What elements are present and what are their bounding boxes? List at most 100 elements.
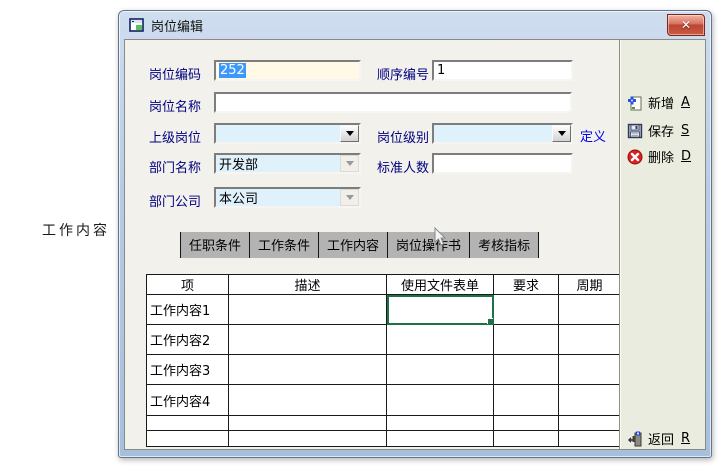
superior-dropdown-arrow[interactable] xyxy=(340,125,359,142)
grid-cell[interactable] xyxy=(387,355,494,385)
grid-cell[interactable] xyxy=(387,325,494,355)
grid-cell[interactable] xyxy=(387,431,494,447)
level-dropdown-arrow[interactable] xyxy=(552,125,571,142)
delete-icon xyxy=(627,149,643,165)
grid-row xyxy=(147,416,621,431)
grid-cell[interactable] xyxy=(387,416,494,431)
tab-3[interactable]: 工作内容 xyxy=(318,232,387,258)
grid-cell[interactable]: 工作内容3 xyxy=(147,355,229,385)
grid-cell[interactable] xyxy=(229,385,387,416)
save-button[interactable]: 保存 S xyxy=(627,121,689,140)
delete-button-key: D xyxy=(681,149,691,164)
grid-row: 工作内容4 xyxy=(147,385,621,416)
grid-cell[interactable] xyxy=(494,385,559,416)
window-title: 岗位编辑 xyxy=(151,16,203,35)
tab-4[interactable]: 岗位操作书 xyxy=(387,232,469,258)
background-page-label: 工作内容 xyxy=(42,220,110,240)
department-company-combobox: 本公司 xyxy=(214,187,361,208)
add-button-label: 新增 xyxy=(648,93,674,112)
grid-cell[interactable] xyxy=(229,416,387,431)
grid-cell[interactable] xyxy=(494,431,559,447)
position-code-label: 岗位编码 xyxy=(149,64,201,83)
position-name-field[interactable] xyxy=(214,92,572,113)
floppy-icon xyxy=(627,123,643,139)
grid-cell[interactable] xyxy=(559,431,621,447)
grid-cell[interactable] xyxy=(229,355,387,385)
grid-cell[interactable] xyxy=(494,325,559,355)
define-link[interactable]: 定义 xyxy=(580,126,606,145)
grid-cell[interactable] xyxy=(229,295,387,325)
screen: 工作内容 岗位编辑 ✕ 岗位编码 252 顺序编号 1 xyxy=(0,0,721,468)
superior-position-combobox[interactable] xyxy=(214,123,361,144)
grid-header-cell: 周期 xyxy=(559,275,621,295)
save-button-key: S xyxy=(681,123,689,138)
grid-cell[interactable]: 工作内容1 xyxy=(147,295,229,325)
department-name-label: 部门名称 xyxy=(149,157,201,176)
delete-button-label: 删除 xyxy=(648,147,674,166)
grid-header-cell: 要求 xyxy=(494,275,559,295)
action-panel: 新增 A 保存 S xyxy=(619,40,705,449)
grid-selected-cell[interactable] xyxy=(387,295,494,325)
sequence-number-field[interactable]: 1 xyxy=(432,60,573,81)
save-button-label: 保存 xyxy=(648,121,674,140)
department-company-label: 部门公司 xyxy=(149,191,201,210)
exit-door-icon xyxy=(627,431,643,447)
position-name-label: 岗位名称 xyxy=(149,96,201,115)
delete-button[interactable]: 删除 D xyxy=(627,147,691,166)
grid-cell[interactable] xyxy=(229,325,387,355)
company-dropdown-arrow xyxy=(340,189,359,206)
chevron-down-icon xyxy=(346,195,354,200)
tab-2[interactable]: 工作条件 xyxy=(249,232,318,258)
add-page-icon xyxy=(627,95,643,111)
grid-cell[interactable]: 工作内容2 xyxy=(147,325,229,355)
window-form-icon xyxy=(129,17,145,33)
grid-cell[interactable] xyxy=(559,416,621,431)
sequence-number-value: 1 xyxy=(437,63,445,78)
grid-cell[interactable] xyxy=(147,416,229,431)
dialog-client-area: 岗位编码 252 顺序编号 1 岗位名称 上级岗位 岗位级别 xyxy=(124,39,706,450)
grid-cell[interactable] xyxy=(559,325,621,355)
position-level-label: 岗位级别 xyxy=(377,127,429,146)
grid-cell[interactable] xyxy=(559,355,621,385)
title-bar[interactable]: 岗位编辑 ✕ xyxy=(119,11,711,39)
grid-cell[interactable]: 工作内容4 xyxy=(147,385,229,416)
chevron-down-icon xyxy=(346,161,354,166)
grid-cell[interactable] xyxy=(494,416,559,431)
superior-position-label: 上级岗位 xyxy=(149,127,201,146)
grid-row: 工作内容3 xyxy=(147,355,621,385)
grid-cell[interactable] xyxy=(559,385,621,416)
grid-header-row: 项描述使用文件表单要求周期 xyxy=(147,275,621,295)
grid-cell[interactable] xyxy=(494,295,559,325)
chevron-down-icon xyxy=(346,131,354,136)
grid-row xyxy=(147,431,621,447)
tab-strip: 任职条件工作条件工作内容岗位操作书考核指标 xyxy=(180,232,539,258)
department-name-combobox: 开发部 xyxy=(214,153,361,174)
position-code-field[interactable]: 252 xyxy=(214,60,361,81)
standard-headcount-label: 标准人数 xyxy=(377,157,429,176)
close-icon: ✕ xyxy=(681,19,691,31)
standard-headcount-field[interactable] xyxy=(432,153,573,174)
add-button[interactable]: 新增 A xyxy=(627,93,690,112)
close-button[interactable]: ✕ xyxy=(667,14,705,36)
add-button-key: A xyxy=(681,95,690,110)
department-dropdown-arrow xyxy=(340,155,359,172)
grid-cell[interactable] xyxy=(494,355,559,385)
position-code-selected-text: 252 xyxy=(219,63,246,78)
back-button[interactable]: 返回 R xyxy=(627,429,690,448)
department-company-value: 本公司 xyxy=(216,188,340,207)
grid-row: 工作内容2 xyxy=(147,325,621,355)
position-level-combobox[interactable] xyxy=(432,123,573,144)
mouse-cursor-icon xyxy=(433,227,447,247)
grid-cell[interactable] xyxy=(559,295,621,325)
work-content-grid: 项描述使用文件表单要求周期工作内容1工作内容2工作内容3工作内容4 xyxy=(146,274,621,447)
grid-header-cell: 项 xyxy=(147,275,229,295)
tab-1[interactable]: 任职条件 xyxy=(180,232,249,258)
department-name-value: 开发部 xyxy=(216,154,340,173)
grid-cell[interactable] xyxy=(387,385,494,416)
dialog-window: 岗位编辑 ✕ 岗位编码 252 顺序编号 1 岗位名称 上级岗位 xyxy=(118,10,712,458)
grid-row: 工作内容1 xyxy=(147,295,621,325)
grid-cell[interactable] xyxy=(229,431,387,447)
tab-5[interactable]: 考核指标 xyxy=(469,232,538,258)
grid-cell[interactable] xyxy=(147,431,229,447)
grid-header-cell: 使用文件表单 xyxy=(387,275,494,295)
